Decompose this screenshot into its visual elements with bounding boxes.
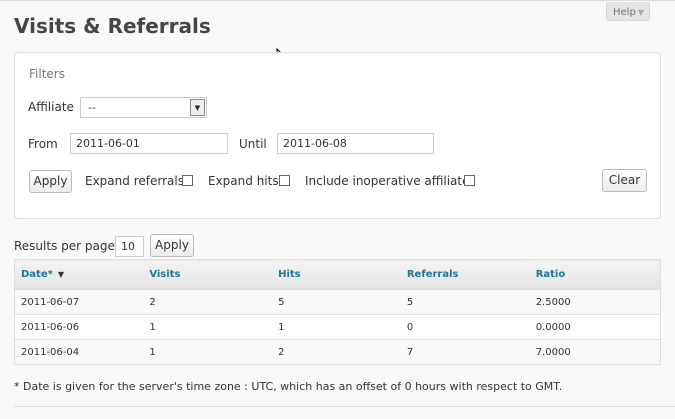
cell-visits: 1: [143, 339, 273, 365]
sort-descending-icon[interactable]: ▼: [58, 270, 64, 279]
table-row: 2011-06-04 1 2 7 7.0000: [14, 339, 661, 365]
column-header-visits[interactable]: Visits: [143, 259, 273, 290]
expand-referrals-label: Expand referrals: [85, 174, 184, 188]
until-label: Until: [239, 137, 267, 151]
filters-apply-button[interactable]: Apply: [29, 170, 72, 193]
bottom-divider: [14, 406, 675, 407]
column-header-date-label[interactable]: Date*: [21, 269, 53, 280]
cell-referrals: 0: [400, 314, 530, 340]
visits-table: Date* ▼ Visits Hits Referrals Ratio 2011-…: [14, 259, 661, 365]
table-row: 2011-06-06 1 1 0 0.0000: [14, 314, 661, 340]
results-apply-button[interactable]: Apply: [150, 234, 194, 257]
from-label: From: [28, 137, 58, 151]
cell-date: 2011-06-06: [14, 314, 144, 340]
help-tab[interactable]: Help ▼: [606, 2, 650, 21]
help-tab-label: Help: [613, 7, 636, 18]
column-header-hits[interactable]: Hits: [272, 259, 401, 290]
top-divider: [0, 0, 675, 1]
cell-visits: 1: [143, 314, 273, 340]
chevron-down-icon[interactable]: ▼: [190, 99, 205, 116]
include-inoperative-label: Include inoperative affiliates: [305, 174, 476, 188]
affiliate-select-value: --: [88, 101, 96, 114]
timezone-footnote: * Date is given for the server's time zo…: [14, 380, 563, 393]
results-per-page-label: Results per page: [14, 239, 115, 253]
affiliate-select[interactable]: -- ▼: [80, 97, 207, 118]
cell-date: 2011-06-04: [14, 339, 144, 365]
results-per-page-input[interactable]: 10: [115, 236, 144, 257]
from-date-input[interactable]: 2011-06-01: [70, 133, 228, 154]
filters-title: Filters: [29, 67, 65, 81]
expand-hits-label: Expand hits: [208, 174, 279, 188]
cell-hits: 2: [272, 339, 401, 365]
filters-panel: Filters Affiliate -- ▼ From 2011-06-01 U…: [14, 52, 661, 219]
cell-referrals: 7: [400, 339, 530, 365]
column-header-date[interactable]: Date* ▼: [14, 259, 144, 290]
include-inoperative-checkbox[interactable]: [464, 175, 475, 186]
triangle-down-icon: ▼: [637, 8, 644, 17]
expand-hits-checkbox[interactable]: [279, 175, 290, 186]
page-title: Visits & Referrals: [14, 14, 211, 38]
table-row: 2011-06-07 2 5 5 2.5000: [14, 289, 661, 315]
cell-hits: 1: [272, 314, 401, 340]
column-header-referrals[interactable]: Referrals: [400, 259, 530, 290]
cell-hits: 5: [272, 289, 401, 315]
cell-ratio: 0.0000: [529, 314, 661, 340]
cell-ratio: 7.0000: [529, 339, 661, 365]
until-date-input[interactable]: 2011-06-08: [277, 133, 434, 154]
cell-visits: 2: [143, 289, 273, 315]
cell-date: 2011-06-07: [14, 289, 144, 315]
filters-clear-button[interactable]: Clear: [602, 169, 647, 192]
table-header-row: Date* ▼ Visits Hits Referrals Ratio: [14, 259, 661, 290]
affiliate-label: Affiliate: [28, 100, 74, 114]
cell-referrals: 5: [400, 289, 530, 315]
column-header-ratio[interactable]: Ratio: [529, 259, 661, 290]
cell-ratio: 2.5000: [529, 289, 661, 315]
expand-referrals-checkbox[interactable]: [182, 175, 193, 186]
